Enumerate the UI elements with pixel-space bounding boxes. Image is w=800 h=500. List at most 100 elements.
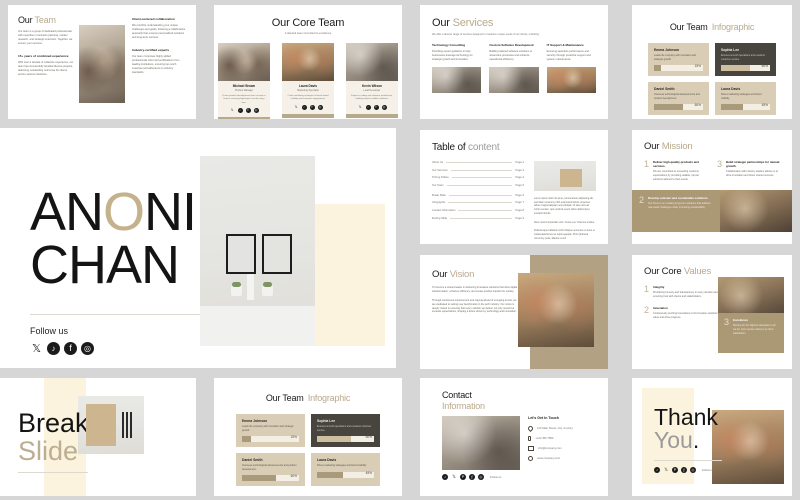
- tiktok-icon[interactable]: ♪: [654, 467, 660, 473]
- slide-thank-you[interactable]: Thank You. ♪ 𝕏 P f ◎ Follow us: [632, 378, 792, 496]
- facebook-icon[interactable]: f: [469, 474, 475, 480]
- instagram-icon[interactable]: ◎: [381, 104, 387, 110]
- card-desc: Drives marketing strategies and brand vi…: [721, 93, 762, 100]
- infographic-card[interactable]: Daniel Smith Oversees technological adva…: [648, 82, 709, 116]
- toc-entry[interactable]: Infographic Page 7: [432, 201, 524, 204]
- contact-phone: +123 456 7890: [535, 437, 554, 441]
- team-member-card[interactable]: Laura Davis Marketing Specialist Crafts …: [282, 43, 334, 119]
- facebook-icon[interactable]: f: [64, 341, 77, 355]
- slide-deck-board: Our Team Our team is a group of dedicate…: [0, 0, 800, 500]
- service-item[interactable]: IT Support & Maintenance Ensuring seamle…: [546, 43, 596, 94]
- infographic-card[interactable]: Laura Davis Drives marketing strategies …: [715, 82, 776, 116]
- member-accent-bar: [346, 113, 398, 118]
- service-heading: Custom Software Development: [489, 43, 534, 47]
- x-icon[interactable]: 𝕏: [663, 467, 669, 473]
- contact-website: www.company.com: [537, 456, 561, 460]
- x-icon[interactable]: 𝕏: [30, 342, 43, 355]
- toc-entry[interactable]: Our Team Page 5: [432, 184, 524, 187]
- thankyou-period: .: [692, 427, 700, 453]
- infographic-card[interactable]: Laura Davis Drives marketing strategies …: [311, 453, 380, 487]
- team-member-card[interactable]: Kevin Wilson Lead Developer Expert in co…: [346, 43, 398, 119]
- pinterest-icon[interactable]: P: [460, 474, 466, 480]
- facebook-icon[interactable]: f: [245, 107, 251, 113]
- instagram-icon[interactable]: ◎: [478, 474, 484, 480]
- our-team-col1-body: We prioritize understanding your unique …: [132, 24, 186, 40]
- toc-entry[interactable]: Our Services Page 3: [432, 169, 524, 172]
- toc-body-1: Lorem ipsum dolor sit amet, consectetuer…: [534, 197, 594, 215]
- slide-core-values[interactable]: Our Core Values 1 Integrity Prioritizing…: [632, 255, 792, 369]
- tiktok-icon[interactable]: ♪: [301, 104, 307, 110]
- toc-entry[interactable]: Break Slide Page 6: [432, 194, 524, 197]
- slide-core-team[interactable]: Our Core Team A talented team committed …: [214, 5, 402, 119]
- team-member-card[interactable]: Michael Brown Product Manager Drives pro…: [218, 43, 270, 119]
- infographic-card[interactable]: Emma Johnson Leads the company with inno…: [648, 43, 709, 77]
- instagram-icon[interactable]: ◎: [253, 107, 259, 113]
- toc-entry[interactable]: Contact Information Page 8: [432, 209, 524, 212]
- progress-percent: 60%: [290, 474, 297, 479]
- infographic-card[interactable]: Sophia Lee Ensures smooth operations and…: [311, 414, 380, 448]
- facebook-icon[interactable]: f: [373, 104, 379, 110]
- facebook-icon[interactable]: f: [309, 104, 315, 110]
- contact-title-2: Information: [442, 401, 485, 412]
- contact-row[interactable]: www.company.com: [528, 455, 600, 461]
- slide-our-services[interactable]: Our Services We offer a diverse range of…: [420, 5, 608, 119]
- slide-break[interactable]: Break Slide: [0, 378, 196, 496]
- tiktok-icon[interactable]: ♪: [47, 341, 60, 355]
- infographic-card[interactable]: Emma Johnson Leads the company with inno…: [236, 414, 305, 448]
- services-subtitle: We offer a diverse range of services des…: [432, 33, 540, 36]
- value-item-highlight[interactable]: 3 Excellence Striving for the highest st…: [718, 313, 784, 353]
- instagram-icon[interactable]: ◎: [690, 467, 696, 473]
- picture-frame-right: [262, 234, 292, 274]
- slide-our-mission[interactable]: Our Mission 1 Deliver high-quality produ…: [632, 130, 792, 244]
- slide-our-team[interactable]: Our Team Our team is a group of dedicate…: [8, 5, 196, 119]
- member-role: Lead Developer: [363, 89, 381, 92]
- facebook-icon[interactable]: f: [681, 467, 687, 473]
- mission-item-highlight[interactable]: 2 Develop relevant and sustainable solut…: [632, 190, 720, 232]
- plant-pot-right: [262, 282, 273, 296]
- toc-entry[interactable]: About Us Page 2: [432, 161, 524, 164]
- progress-fill: [317, 436, 352, 443]
- slide-cover-hero[interactable]: ANONI CHAN Follow us 𝕏 ♪ f ◎: [0, 128, 396, 368]
- toc-title: Table of content: [432, 142, 596, 153]
- slide-contact-information[interactable]: Contact Information ♪ 𝕏 P f ◎ Follow us …: [420, 378, 608, 496]
- x-icon[interactable]: 𝕏: [230, 108, 235, 113]
- slide-our-vision[interactable]: Our Vision To become a trusted leader in…: [420, 255, 608, 369]
- tiktok-icon[interactable]: ♪: [237, 107, 243, 113]
- slide-team-infographic-top[interactable]: Our Team Infographic Emma Johnson Leads …: [632, 5, 792, 119]
- toc-page: Page 4: [515, 176, 524, 180]
- mission-heading: Develop relevant and sustainable solutio…: [648, 196, 709, 200]
- toc-label: Our Team: [432, 183, 444, 187]
- toc-entry[interactable]: Pricing Tables Page 4: [432, 176, 524, 179]
- toc-entry[interactable]: Ending Slide Page 9: [432, 217, 524, 220]
- toc-page: Page 7: [515, 201, 524, 205]
- progress-bar: 45%: [317, 471, 374, 478]
- service-body: Ensuring seamless performance and securi…: [546, 50, 591, 62]
- slide-team-infographic-bottom[interactable]: Our Team Infographic Emma Johnson Leads …: [214, 378, 402, 496]
- infographic-card[interactable]: Daniel Smith Oversees technological adva…: [236, 453, 305, 487]
- mission-item[interactable]: 1 Deliver high-quality products and serv…: [644, 160, 707, 182]
- instagram-icon[interactable]: ◎: [317, 104, 323, 110]
- card-desc: Leads the company with innovation and st…: [654, 54, 696, 61]
- tiktok-icon[interactable]: ♪: [442, 474, 448, 480]
- mission-item[interactable]: 3 Build strategic partnerships for mutua…: [717, 160, 780, 182]
- thankyou-divider: [654, 460, 722, 461]
- card-name: Daniel Smith: [654, 87, 675, 92]
- service-item[interactable]: Technology Consulting Providing expert g…: [432, 43, 482, 94]
- infographic-card[interactable]: Sophia Lee Ensures smooth operations and…: [715, 43, 776, 77]
- x-icon[interactable]: 𝕏: [294, 105, 299, 110]
- our-team-title: Our Team: [18, 15, 74, 25]
- tiktok-icon[interactable]: ♪: [365, 104, 371, 110]
- progress-bar: 60%: [242, 474, 299, 482]
- contact-row[interactable]: 123 Main Street, City, Country: [526, 424, 600, 433]
- x-icon[interactable]: 𝕏: [451, 474, 457, 480]
- pinterest-icon[interactable]: P: [672, 467, 678, 473]
- title-word-content: content: [468, 142, 500, 153]
- instagram-icon[interactable]: ◎: [81, 341, 94, 355]
- slide-table-of-content[interactable]: Table of content About Us Page 2 Our Ser…: [420, 130, 608, 244]
- progress-bar: 15%: [242, 435, 299, 443]
- vision-photo: [518, 273, 594, 347]
- x-icon[interactable]: 𝕏: [358, 105, 363, 110]
- contact-row[interactable]: +123 456 7890: [528, 436, 600, 442]
- service-item[interactable]: Custom Software Development Building tai…: [489, 43, 539, 94]
- contact-row[interactable]: info@company.com: [528, 446, 600, 451]
